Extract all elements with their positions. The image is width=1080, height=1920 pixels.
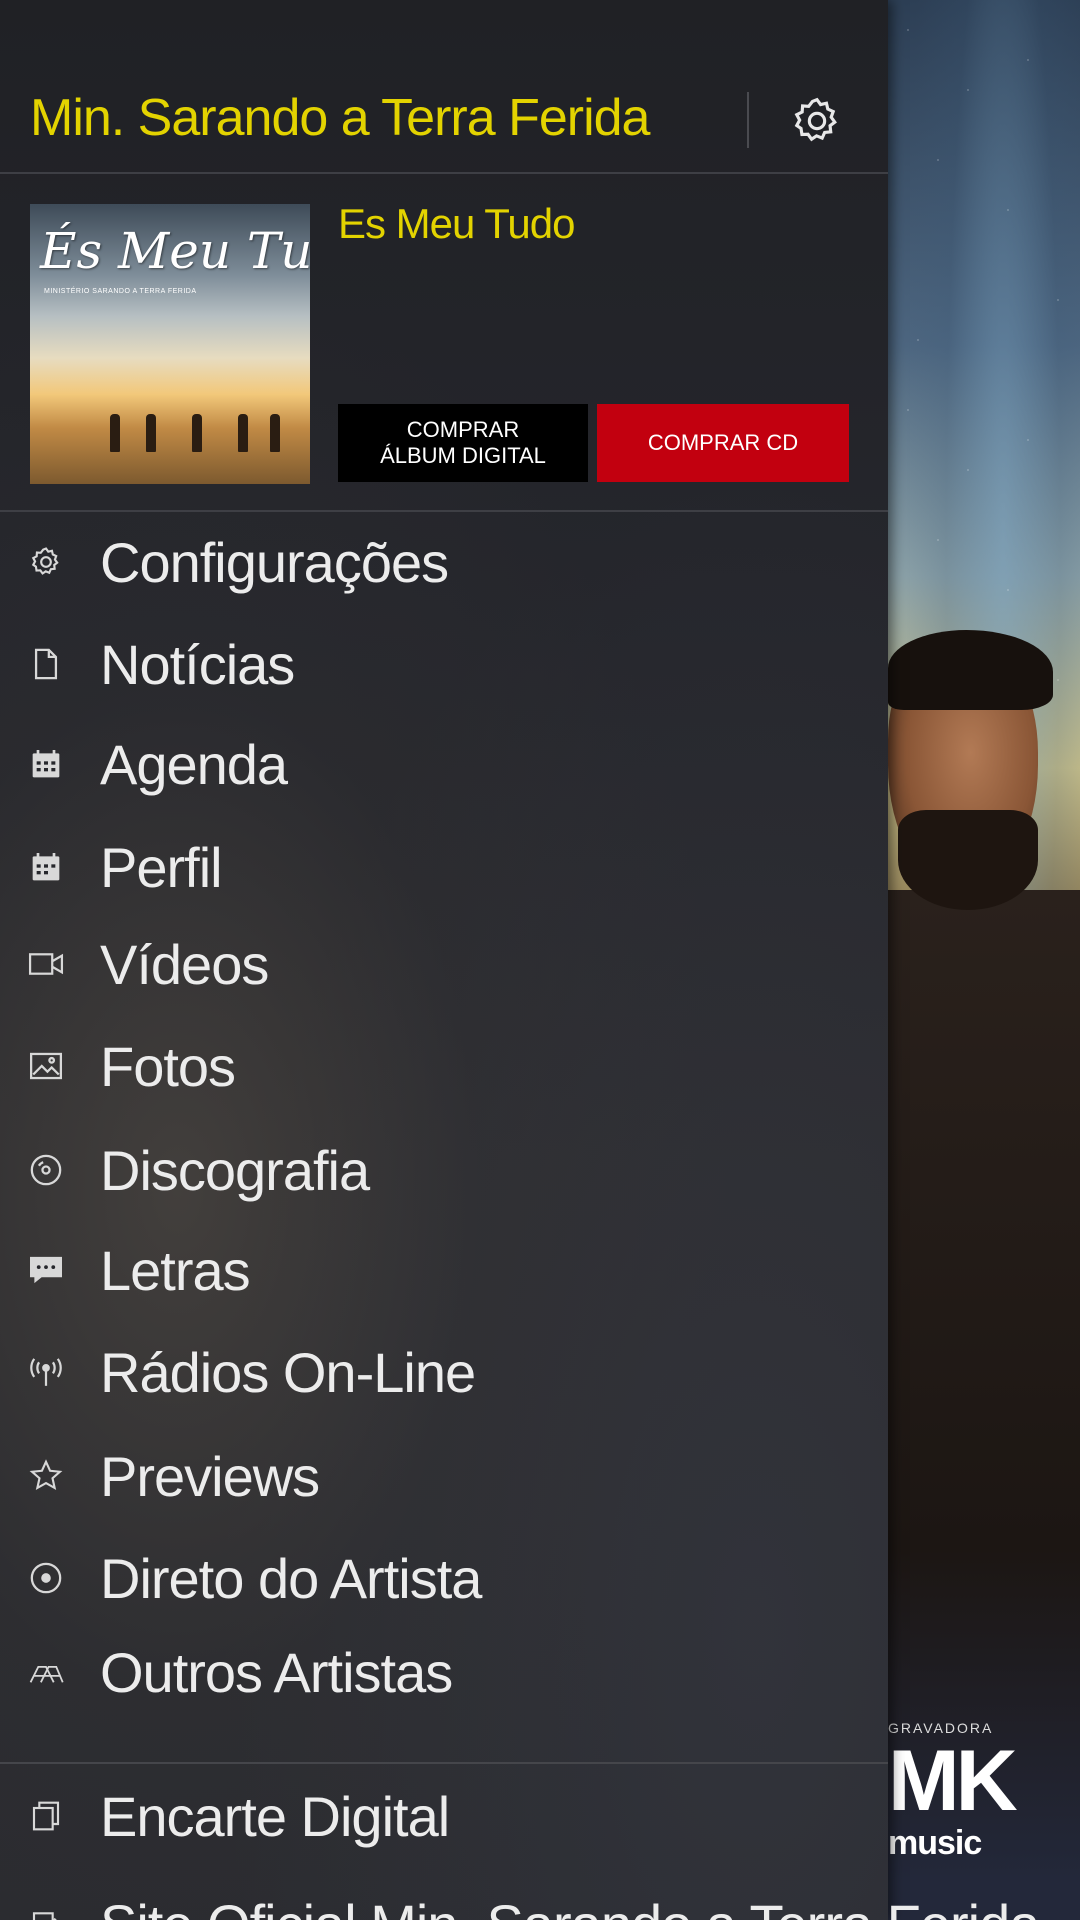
menu-item-radios[interactable]: Rádios On-Line (0, 1322, 888, 1422)
menu-label: Direto do Artista (100, 1546, 482, 1610)
drawer-header: Min. Sarando a Terra Ferida (0, 0, 888, 174)
cover-title-text: És Meu Tudo (40, 222, 310, 280)
cover-people (70, 414, 280, 454)
logo-music-text: music (888, 1824, 982, 1862)
menu-item-previews[interactable]: Previews (0, 1426, 888, 1526)
buy-digital-line2: ÁLBUM DIGITAL (380, 443, 546, 468)
menu-label: Configurações (100, 530, 449, 594)
menu-label: Fotos (100, 1034, 236, 1098)
gear-icon (794, 97, 837, 142)
radio-antenna-icon (28, 1354, 64, 1390)
menu-item-agenda[interactable]: Agenda (0, 714, 888, 814)
menu-label: Outros Artistas (100, 1640, 453, 1704)
menu-item-site-oficial[interactable]: Site Oficial Min. Sarando a Terra Ferida (0, 1874, 1040, 1920)
artist-hair (888, 630, 1053, 710)
header-divider (747, 92, 749, 148)
artist-title[interactable]: Min. Sarando a Terra Ferida (30, 88, 650, 148)
people-icon (28, 1654, 64, 1690)
mk-music-logo: GRAVADORA MK music (888, 1720, 1018, 1870)
target-circle-icon (28, 1560, 64, 1596)
menu-label: Site Oficial Min. Sarando a Terra Ferida (100, 1892, 1040, 1920)
disc-icon (28, 1152, 64, 1188)
external-link-icon (28, 1906, 64, 1920)
album-cover[interactable]: És Meu Tudo MINISTÉRIO SARANDO A TERRA F… (30, 204, 310, 484)
menu-label: Letras (100, 1238, 251, 1302)
buy-digital-line1: COMPRAR (406, 417, 520, 442)
menu-label: Discografia (100, 1138, 370, 1202)
menu-item-encarte-digital[interactable]: Encarte Digital (0, 1766, 888, 1866)
calendar-icon (28, 746, 64, 782)
chat-bubble-icon (28, 1252, 64, 1288)
menu-label: Rádios On-Line (100, 1340, 476, 1404)
buy-cd-button[interactable]: COMPRAR CD (597, 404, 849, 482)
menu-item-noticias[interactable]: Notícias (0, 614, 888, 714)
app-screen: GRAVADORA MK music Min. Sarando a Terra … (0, 0, 1080, 1920)
settings-button[interactable] (790, 94, 844, 148)
menu-label: Vídeos (100, 932, 269, 996)
menu-divider (0, 1762, 888, 1764)
menu-item-direto-do-artista[interactable]: Direto do Artista (0, 1528, 888, 1628)
photo-icon (28, 1048, 64, 1084)
artist-beard (898, 810, 1038, 910)
booklet-icon (28, 1798, 64, 1834)
menu-label: Perfil (100, 835, 223, 899)
profile-calendar-icon (28, 849, 64, 885)
menu-label: Agenda (100, 732, 288, 796)
album-name[interactable]: Es Meu Tudo (338, 200, 575, 248)
menu-item-outros-artistas[interactable]: Outros Artistas (0, 1622, 888, 1722)
featured-album: És Meu Tudo MINISTÉRIO SARANDO A TERRA F… (0, 174, 888, 512)
menu-item-letras[interactable]: Letras (0, 1220, 888, 1320)
menu-item-fotos[interactable]: Fotos (0, 1016, 888, 1116)
menu-item-configuracoes[interactable]: Configurações (0, 512, 888, 612)
menu-label: Encarte Digital (100, 1784, 450, 1848)
gear-icon (28, 544, 64, 580)
menu-label: Previews (100, 1444, 320, 1508)
menu-item-videos[interactable]: Vídeos (0, 914, 888, 1014)
cover-subtitle-text: MINISTÉRIO SARANDO A TERRA FERIDA (44, 288, 197, 295)
buy-cd-label: COMPRAR CD (647, 430, 799, 455)
logo-mk-text: MK (888, 1733, 1018, 1829)
artist-background-photo (888, 0, 1080, 1920)
buy-digital-album-button[interactable]: COMPRAR ÁLBUM DIGITAL (338, 404, 588, 482)
menu-item-perfil[interactable]: Perfil (0, 817, 888, 917)
menu-label: Notícias (100, 632, 295, 696)
document-icon (28, 646, 64, 682)
video-camera-icon (28, 946, 64, 982)
menu-item-discografia[interactable]: Discografia (0, 1120, 888, 1220)
star-icon (28, 1458, 64, 1494)
navigation-drawer: Min. Sarando a Terra Ferida És Meu Tudo … (0, 0, 1040, 1920)
